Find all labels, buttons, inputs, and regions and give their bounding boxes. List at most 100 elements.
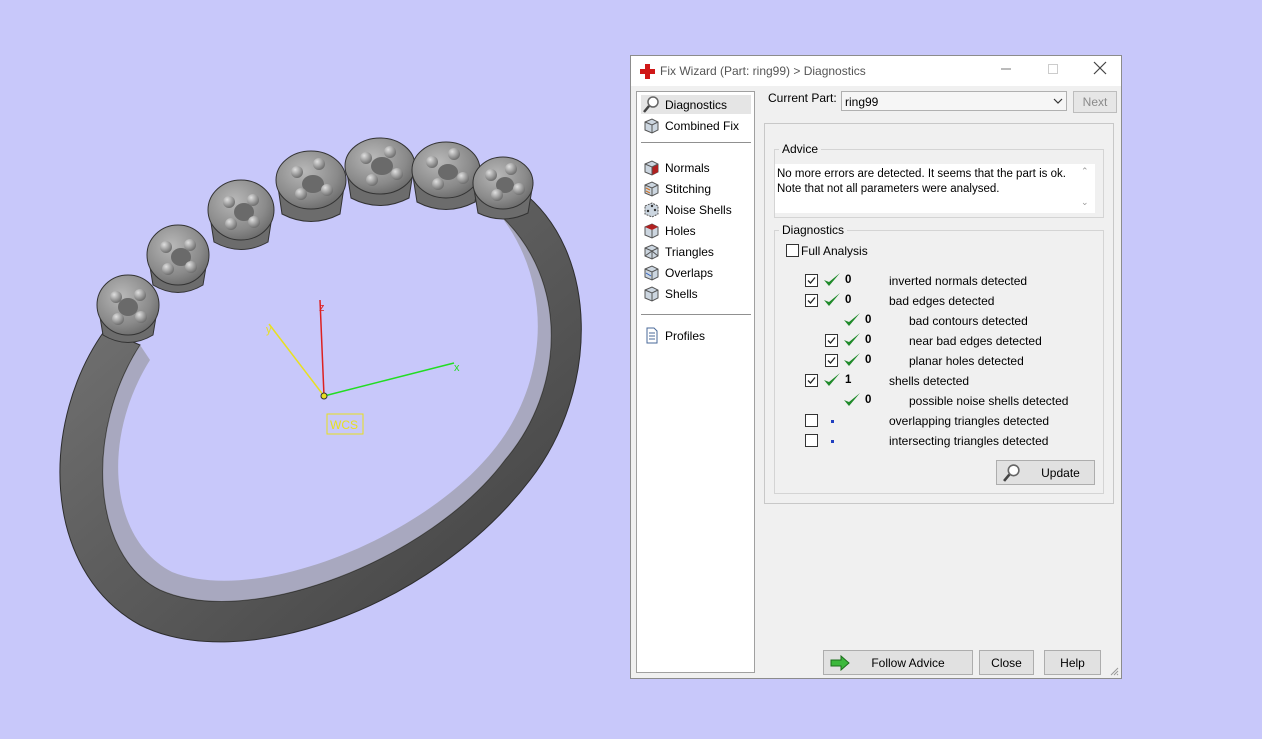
magnifier-icon <box>1003 464 1020 482</box>
nav-divider <box>641 142 751 143</box>
nav-item-shells[interactable]: Shells <box>641 284 751 303</box>
near-bad-edges-checkbox[interactable] <box>825 334 838 347</box>
minimize-button[interactable] <box>989 59 1023 83</box>
nav-item-overlaps[interactable]: Overlaps <box>641 263 751 282</box>
diagnostics-title: Diagnostics <box>779 223 848 237</box>
axis-y-label: y <box>266 324 272 336</box>
checkmark-icon <box>807 297 816 304</box>
bad-edges-checkbox[interactable] <box>805 294 818 307</box>
near-bad-edges-count: 0 <box>865 334 872 346</box>
green-tick-icon <box>844 333 860 346</box>
nav-item-stitching[interactable]: Stitching <box>641 179 751 198</box>
close-button[interactable]: Close <box>979 650 1034 675</box>
stone-settings <box>96 137 534 343</box>
axis-z-label: z <box>319 302 325 314</box>
overlapping-triangles-checkbox[interactable] <box>805 414 818 427</box>
green-tick-icon <box>844 353 860 366</box>
update-button[interactable]: Update <box>996 460 1095 485</box>
checkmark-icon <box>807 377 816 384</box>
ring-model: x y z WCS <box>59 137 582 643</box>
nav-item-diagnostics[interactable]: Diagnostics <box>641 95 751 114</box>
wcs-label: WCS <box>330 418 358 432</box>
inverted-normals-count: 0 <box>845 274 852 286</box>
shells-checkbox[interactable] <box>805 374 818 387</box>
3d-viewport[interactable]: x y z WCS <box>0 0 620 739</box>
document-icon <box>646 327 658 344</box>
bad-edges-label: bad edges detected <box>889 294 995 308</box>
full-analysis-label: Full Analysis <box>801 244 868 258</box>
follow-advice-label: Follow Advice <box>871 656 945 670</box>
checkmark-icon <box>827 337 836 344</box>
axis-gizmo: x y z WCS <box>266 299 460 435</box>
nav-item-normals[interactable]: Normals <box>641 158 751 177</box>
green-tick-icon <box>824 273 840 286</box>
magnifier-icon <box>643 96 659 113</box>
help-button[interactable]: Help <box>1044 650 1101 675</box>
stitching-cube-icon <box>644 181 659 197</box>
nav-item-combined-fix[interactable]: Combined Fix <box>641 116 751 135</box>
checkmark-icon <box>827 357 836 364</box>
not-checked-dot <box>831 440 834 443</box>
close-label: Close <box>991 656 1022 670</box>
scroll-up-icon: ⌃ <box>1081 166 1089 176</box>
maximize-button[interactable] <box>1036 59 1070 83</box>
planar-holes-label: planar holes detected <box>909 354 1024 368</box>
help-label: Help <box>1060 656 1085 670</box>
normals-cube-icon <box>644 160 659 176</box>
chevron-down-icon <box>1053 98 1063 104</box>
bad-contours-label: bad contours detected <box>909 314 1028 328</box>
green-tick-icon <box>824 293 840 306</box>
cube-icon <box>644 118 659 134</box>
shells-cube-icon <box>644 286 659 302</box>
intersecting-triangles-checkbox[interactable] <box>805 434 818 447</box>
resize-grip-icon[interactable] <box>1109 666 1119 676</box>
update-label: Update <box>1041 466 1080 480</box>
planar-holes-checkbox[interactable] <box>825 354 838 367</box>
nav-divider <box>641 314 751 315</box>
not-checked-dot <box>831 420 834 423</box>
green-tick-icon <box>844 313 860 326</box>
fix-wizard-window: Fix Wizard (Part: ring99) > Diagnostics … <box>630 55 1122 679</box>
axis-x-label: x <box>454 362 460 374</box>
overlaps-cube-icon <box>644 265 659 281</box>
current-part-value: ring99 <box>845 95 879 109</box>
fix-nav-panel: Diagnostics Combined Fix Normals Stitchi… <box>636 91 755 673</box>
full-analysis-checkbox[interactable] <box>786 244 799 257</box>
green-tick-icon <box>824 373 840 386</box>
next-button[interactable]: Next <box>1073 91 1117 113</box>
shells-count: 1 <box>845 374 852 386</box>
advice-textbox: No more errors are detected. It seems th… <box>775 164 1095 213</box>
green-tick-icon <box>844 393 860 406</box>
holes-cube-icon <box>644 223 659 239</box>
advice-scrollbar[interactable]: ⌃ ⌄ <box>1078 164 1095 213</box>
follow-advice-button[interactable]: Follow Advice <box>823 650 973 675</box>
bad-edges-count: 0 <box>845 294 852 306</box>
noise-shells-count: 0 <box>865 394 872 406</box>
diagnostics-panel: Advice No more errors are detected. It s… <box>764 123 1114 504</box>
current-part-label: Current Part: <box>768 91 837 105</box>
near-bad-edges-label: near bad edges detected <box>909 334 1042 348</box>
nav-item-triangles[interactable]: Triangles <box>641 242 751 261</box>
checkmark-icon <box>807 277 816 284</box>
nav-item-holes[interactable]: Holes <box>641 221 751 240</box>
inverted-normals-label: inverted normals detected <box>889 274 1028 288</box>
nav-item-profiles[interactable]: Profiles <box>641 326 751 345</box>
intersecting-triangles-label: intersecting triangles detected <box>889 434 1049 448</box>
advice-text: No more errors are detected. It seems th… <box>777 168 1066 195</box>
shells-label: shells detected <box>889 374 970 388</box>
close-icon <box>1093 61 1107 75</box>
current-part-select[interactable]: ring99 <box>841 91 1067 111</box>
triangles-cube-icon <box>644 244 659 260</box>
minimize-icon <box>1001 68 1011 70</box>
bad-contours-count: 0 <box>865 314 872 326</box>
maximize-icon <box>1048 64 1058 74</box>
red-cross-icon <box>640 64 655 79</box>
close-window-button[interactable] <box>1083 59 1117 83</box>
inverted-normals-checkbox[interactable] <box>805 274 818 287</box>
noise-cube-icon <box>644 202 659 218</box>
nav-item-noise-shells[interactable]: Noise Shells <box>641 200 751 219</box>
advice-title: Advice <box>779 142 822 156</box>
window-title: Fix Wizard (Part: ring99) > Diagnostics <box>660 64 866 78</box>
title-bar[interactable]: Fix Wizard (Part: ring99) > Diagnostics <box>631 56 1121 86</box>
noise-shells-label: possible noise shells detected <box>909 394 1069 408</box>
